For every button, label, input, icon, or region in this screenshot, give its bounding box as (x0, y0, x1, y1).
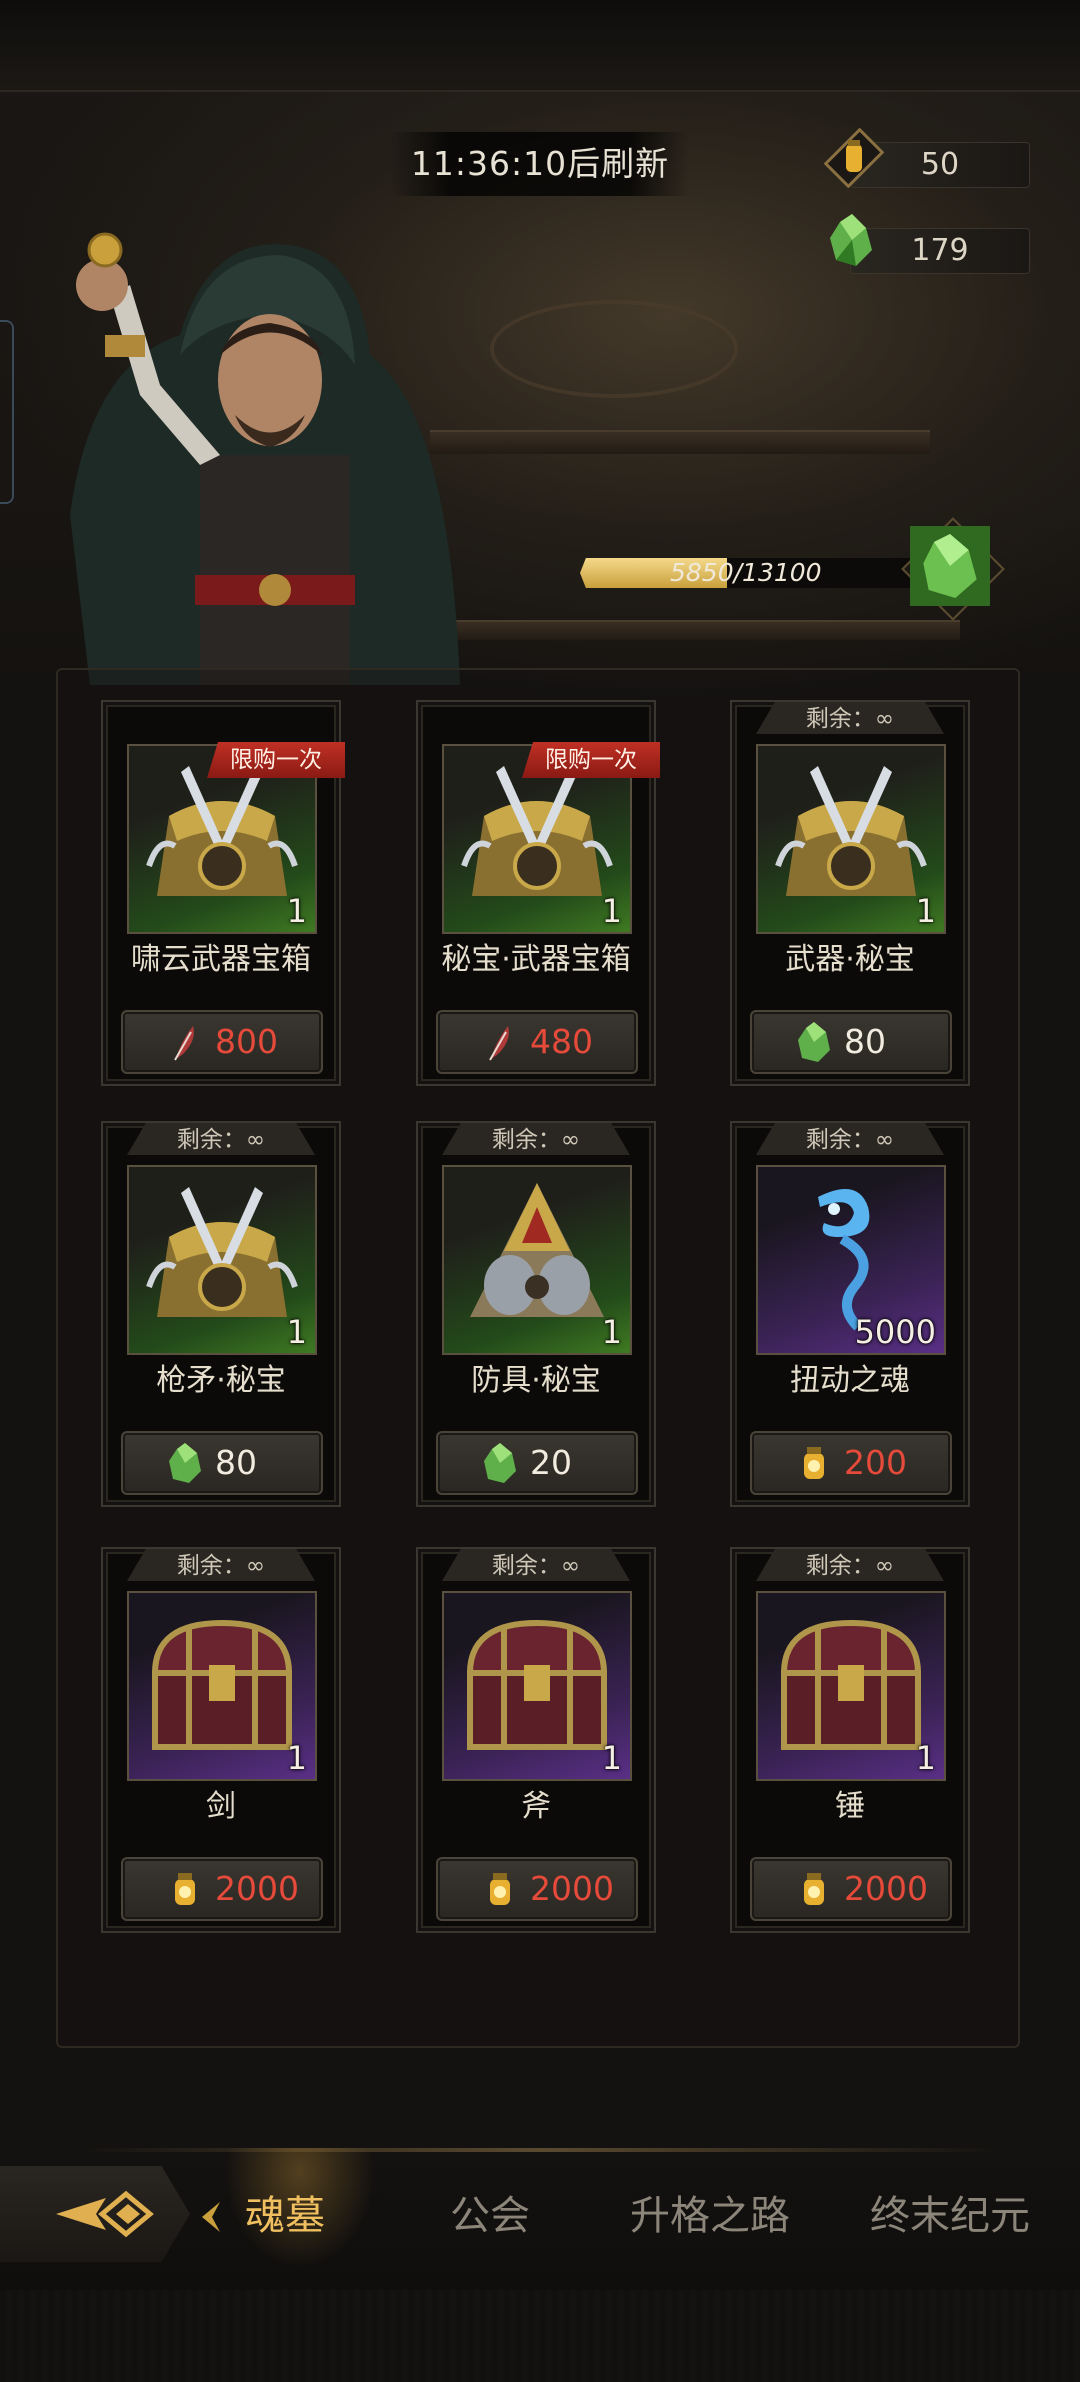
top-frame (0, 0, 1080, 92)
buy-button[interactable]: 2000 (750, 1857, 952, 1921)
item-quantity: 1 (915, 892, 936, 930)
progress-max: /13100 (733, 558, 822, 587)
item-name: 剑 (206, 1789, 236, 1824)
item-quantity: 1 (915, 1739, 936, 1777)
item-icon-frame[interactable]: 1 (127, 1591, 317, 1781)
side-tab-handle[interactable] (0, 320, 14, 504)
item-quantity: 1 (286, 1739, 307, 1777)
tab-ascension-path[interactable]: 升格之路 (620, 2186, 800, 2246)
green-crystal-icon (830, 214, 872, 266)
item-icon-frame[interactable]: 1 (442, 1165, 632, 1355)
shop-item-card[interactable]: 剩余：∞ 1 斧 2000 (416, 1547, 656, 1933)
item-quantity: 5000 (854, 1313, 936, 1351)
item-name: 锤 (835, 1789, 865, 1824)
stock-remaining: 剩余：∞ (756, 1123, 944, 1155)
shop-item-card[interactable]: 剩余：∞ 1 锤 2000 (730, 1547, 970, 1933)
merchant-character (70, 232, 460, 685)
green-crystal-icon (163, 1441, 207, 1485)
chevron-left-icon[interactable] (198, 2200, 222, 2234)
item-name: 啸云武器宝箱 (131, 942, 311, 977)
tab-guild[interactable]: 公会 (430, 2186, 550, 2246)
refresh-timer: 11:36:10后刷新 (390, 132, 690, 196)
item-price: 2000 (530, 1869, 614, 1908)
buy-button[interactable]: 20 (436, 1431, 638, 1495)
buy-button[interactable]: 2000 (436, 1857, 638, 1921)
shop-item-card[interactable]: 1 限购一次啸云武器宝箱 800 (101, 700, 345, 1086)
bottom-divider (80, 2148, 1000, 2152)
tab-final-era[interactable]: 终末纪元 (860, 2186, 1040, 2246)
item-name: 枪矛·秘宝 (156, 1363, 286, 1398)
item-icon-frame[interactable]: 1 (756, 1591, 946, 1781)
stock-remaining: 剩余：∞ (756, 702, 944, 734)
shop-item-card[interactable]: 1 限购一次秘宝·武器宝箱 480 (416, 700, 660, 1086)
buy-button[interactable]: 480 (436, 1010, 638, 1074)
green-crystal-icon (478, 1441, 522, 1485)
item-quantity: 1 (286, 1313, 307, 1351)
lantern-icon (824, 128, 884, 188)
item-name: 斧 (521, 1789, 551, 1824)
stock-remaining: 剩余：∞ (442, 1549, 630, 1581)
footer-decor (0, 2290, 1080, 2382)
item-icon-frame[interactable]: 1 (756, 744, 946, 934)
item-quantity: 1 (601, 892, 622, 930)
green-crystal-icon[interactable] (910, 526, 990, 606)
buy-button[interactable]: 800 (121, 1010, 323, 1074)
lantern-icon (792, 1441, 836, 1485)
stock-remaining: 剩余：∞ (127, 1123, 315, 1155)
shop-item-card[interactable]: 剩余：∞ 1 枪矛·秘宝 80 (101, 1121, 341, 1507)
shop-item-card[interactable]: 剩余：∞ 1 武器·秘宝 80 (730, 700, 970, 1086)
item-price: 80 (215, 1443, 257, 1482)
buy-button[interactable]: 80 (121, 1431, 323, 1495)
shop-item-card[interactable]: 剩余：∞ 5000 扭动之魂 200 (730, 1121, 970, 1507)
red-feather-icon (163, 1020, 207, 1064)
lantern-icon (163, 1867, 207, 1911)
red-feather-icon (478, 1020, 522, 1064)
lantern-icon (792, 1867, 836, 1911)
item-name: 防具·秘宝 (471, 1363, 601, 1398)
chandelier-decor (490, 300, 738, 398)
item-price: 80 (844, 1022, 886, 1061)
item-icon-frame[interactable]: 5000 (756, 1165, 946, 1355)
limit-once-badge: 限购一次 (522, 742, 660, 778)
buy-button[interactable]: 200 (750, 1431, 952, 1495)
lantern-icon (478, 1867, 522, 1911)
stock-remaining: 剩余：∞ (127, 1549, 315, 1581)
item-name: 武器·秘宝 (785, 942, 915, 977)
shop-item-card[interactable]: 剩余：∞ 1 剑 2000 (101, 1547, 341, 1933)
buy-button[interactable]: 80 (750, 1010, 952, 1074)
item-quantity: 1 (601, 1313, 622, 1351)
stock-remaining: 剩余：∞ (442, 1123, 630, 1155)
item-quantity: 1 (601, 1739, 622, 1777)
back-arrow-icon (56, 2190, 154, 2238)
item-quantity: 1 (286, 892, 307, 930)
item-price: 480 (530, 1022, 593, 1061)
item-price: 2000 (215, 1869, 299, 1908)
progress-label: 5850/13100 (670, 558, 910, 588)
item-icon-frame[interactable]: 1 (442, 1591, 632, 1781)
item-price: 20 (530, 1443, 572, 1482)
tab-soul-tomb[interactable]: 魂墓 (230, 2186, 340, 2246)
item-price: 800 (215, 1022, 278, 1061)
green-crystal-icon (792, 1020, 836, 1064)
shop-item-card[interactable]: 剩余：∞ 1 防具·秘宝 20 (416, 1121, 656, 1507)
item-icon-frame[interactable]: 1 (127, 1165, 317, 1355)
stock-remaining: 剩余：∞ (756, 1549, 944, 1581)
progress-bar: 5850/13100 (580, 558, 910, 588)
item-name: 扭动之魂 (790, 1363, 910, 1398)
item-price: 200 (844, 1443, 907, 1482)
limit-once-badge: 限购一次 (207, 742, 345, 778)
item-name: 秘宝·武器宝箱 (441, 942, 631, 977)
buy-button[interactable]: 2000 (121, 1857, 323, 1921)
item-price: 2000 (844, 1869, 928, 1908)
back-button[interactable] (0, 2166, 190, 2262)
progress-current: 5850 (670, 558, 734, 587)
